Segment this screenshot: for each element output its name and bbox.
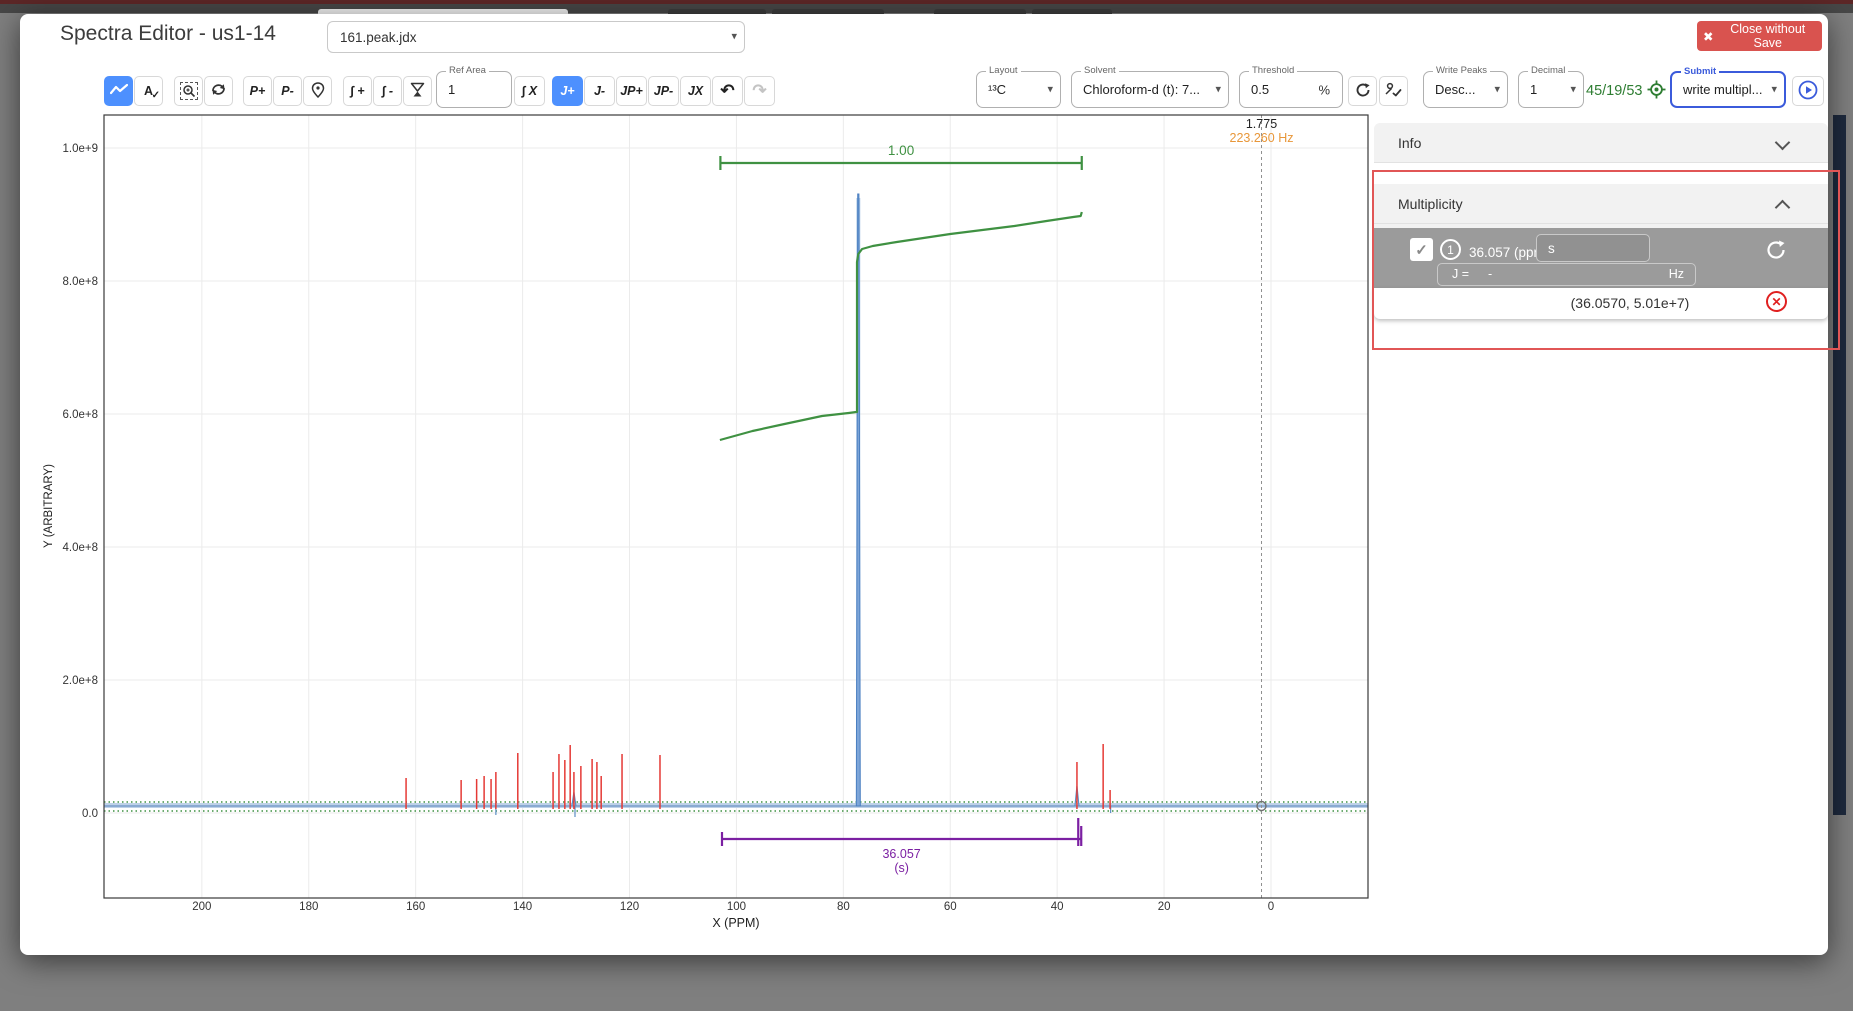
x-tick-label: 60 xyxy=(944,901,957,913)
x-icon: ✕ xyxy=(1771,295,1781,309)
integral-bracket xyxy=(720,156,1081,170)
multiplet-label: 36.057 xyxy=(882,847,920,861)
refresh-multiplet-icon[interactable] xyxy=(1764,238,1788,267)
y-tick-label: 0.0 xyxy=(82,808,98,820)
crosshair-ppm-label: 1.775 xyxy=(1246,117,1277,131)
y-tick-label: 1.0e+9 xyxy=(63,143,99,155)
j-value: - xyxy=(1488,267,1492,281)
x-tick-label: 180 xyxy=(299,901,318,913)
x-tick-label: 200 xyxy=(192,901,211,913)
multiplicity-type-value: s xyxy=(1548,241,1555,256)
x-axis-title: X (PPM) xyxy=(712,916,759,930)
y-axis-title: Y (ARBITRARY) xyxy=(43,464,55,548)
x-tick-label: 100 xyxy=(727,901,746,913)
x-tick-label: 160 xyxy=(406,901,425,913)
x-tick-label: 140 xyxy=(513,901,532,913)
multiplet-index-badge: 1 xyxy=(1440,239,1461,260)
info-accordion-header[interactable]: Info xyxy=(1374,123,1828,163)
j-unit: Hz xyxy=(1669,267,1684,281)
y-tick-label: 4.0e+8 xyxy=(63,542,99,554)
peak-entry-value: (36.0570, 5.01e+7) xyxy=(1450,295,1810,311)
multiplicity-title: Multiplicity xyxy=(1398,196,1463,212)
y-tick-label: 8.0e+8 xyxy=(63,276,99,288)
multiplet-checkbox[interactable]: ✓ xyxy=(1410,238,1433,261)
x-tick-label: 80 xyxy=(837,901,850,913)
x-tick-label: 120 xyxy=(620,901,639,913)
multiplet-index: 1 xyxy=(1447,243,1454,257)
integral-curve xyxy=(720,212,1082,440)
screen: Spectra Editor - us1-14 161.peak.jdx ▾ ✖… xyxy=(0,0,1853,1011)
multiplicity-accordion-header[interactable]: Multiplicity xyxy=(1374,184,1828,224)
x-tick-label: 40 xyxy=(1051,901,1064,913)
check-icon: ✓ xyxy=(1415,241,1428,259)
multiplet-bracket xyxy=(722,818,1081,846)
x-tick-label: 20 xyxy=(1158,901,1171,913)
multiplicity-type-input[interactable]: s xyxy=(1536,234,1650,262)
y-tick-label: 6.0e+8 xyxy=(63,409,99,421)
y-tick-label: 2.0e+8 xyxy=(63,675,99,687)
j-label: J = xyxy=(1452,267,1469,281)
crosshair-hz-label: 223.260 Hz xyxy=(1230,131,1294,145)
j-coupling-box[interactable]: J = - Hz xyxy=(1437,263,1696,286)
x-tick-label: 0 xyxy=(1268,901,1274,913)
info-title: Info xyxy=(1398,135,1421,151)
chevron-up-icon xyxy=(1775,200,1791,216)
delete-peak-button[interactable]: ✕ xyxy=(1766,291,1787,312)
chevron-down-icon xyxy=(1775,135,1791,151)
multiplet-type-label: (s) xyxy=(894,861,909,875)
integral-label: 1.00 xyxy=(888,143,914,158)
